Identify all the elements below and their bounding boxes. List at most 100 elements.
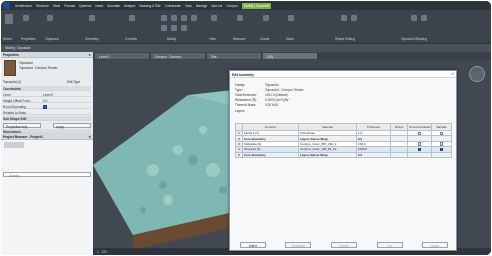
room-bounding-checkbox[interactable] bbox=[43, 105, 47, 109]
col-header: Structural Material bbox=[407, 123, 432, 131]
instance-selector[interactable]: Toposolid (1) bbox=[3, 80, 21, 84]
tab-modify-toposolid[interactable]: Modify | Toposolid bbox=[241, 2, 272, 9]
mirror-icon[interactable] bbox=[191, 15, 197, 21]
variable-cell bbox=[431, 151, 452, 158]
measure-icon[interactable] bbox=[237, 15, 243, 21]
view-tab[interactable]: Cenrpro - Sources bbox=[151, 53, 205, 59]
table-row[interactable]: 5 Core Boundary Layers Below Wrap 0.0 bbox=[235, 151, 452, 158]
toposolid-shaping-icon[interactable] bbox=[411, 15, 417, 21]
up-button[interactable]: Up bbox=[376, 242, 403, 248]
insert-button[interactable]: Insert bbox=[239, 242, 266, 248]
meta-label: Type: bbox=[235, 88, 243, 92]
browser-header: Project Browser - Project1 ✕ bbox=[1, 134, 93, 140]
duplicate-button[interactable]: Duplicate bbox=[285, 242, 312, 248]
group-clipboard: Clipboard bbox=[45, 37, 59, 41]
shape-editing-icon[interactable] bbox=[341, 15, 347, 21]
geometry-icon[interactable] bbox=[89, 15, 95, 21]
meta-row: Resistance (R): 0.0000 (m²·K)/W bbox=[235, 98, 289, 102]
layers-table: Function Material Thickness Wraps Struct… bbox=[235, 123, 452, 158]
tab-systems[interactable]: Systems bbox=[79, 4, 91, 8]
meta-row: Thermal Mass: 0.00 kJ/K bbox=[235, 103, 278, 107]
tab-structure[interactable]: Structure bbox=[36, 4, 49, 8]
view-tab[interactable]: Level 0 bbox=[95, 53, 149, 59]
group-select: Select bbox=[3, 37, 12, 41]
group-mode: Mode bbox=[286, 37, 294, 41]
table-header-row: Function Material Thickness Wraps Struct… bbox=[235, 123, 452, 131]
controls-icon[interactable] bbox=[129, 15, 135, 21]
tab-steel[interactable]: Steel bbox=[53, 4, 60, 8]
edit-assembly-dialog: Edit Assembly ✕ Family: Toposolid Type: To… bbox=[229, 70, 457, 251]
col-header: Variable bbox=[431, 123, 452, 131]
prop-value[interactable]: Level 0 bbox=[43, 93, 53, 97]
down-button[interactable]: Down bbox=[422, 242, 449, 248]
meta-value: 0.0000 (m²·K)/W bbox=[265, 98, 289, 102]
view-tab[interactable]: Site bbox=[207, 53, 261, 59]
tab-insert[interactable]: Insert bbox=[95, 4, 103, 8]
group-properties: Properties bbox=[21, 37, 36, 41]
properties-header: Properties ✕ bbox=[1, 52, 93, 58]
browser-title: Project Browser - Project1 bbox=[3, 135, 43, 140]
trim-icon[interactable] bbox=[181, 25, 187, 31]
add-point-icon[interactable] bbox=[351, 15, 357, 21]
viewcube-icon[interactable] bbox=[469, 66, 485, 82]
group-create: Create bbox=[260, 37, 270, 41]
subdivide-icon[interactable] bbox=[421, 15, 427, 21]
col-header: Thickness bbox=[356, 123, 391, 131]
tab-manage[interactable]: Manage bbox=[196, 4, 208, 8]
close-icon[interactable]: ✕ bbox=[88, 53, 91, 57]
edit-type-button[interactable]: Edit Type bbox=[67, 80, 80, 84]
tab-view[interactable]: View bbox=[185, 4, 192, 8]
prop-label: Room Bounding bbox=[3, 104, 26, 109]
ribbon-panel: Select Properties Clipboard Geometry Con… bbox=[1, 10, 491, 44]
copy-icon[interactable] bbox=[171, 15, 177, 21]
view-scale[interactable]: 1 : 100 bbox=[97, 250, 107, 254]
meta-value: 0.00 kJ/K bbox=[265, 103, 279, 107]
structural-cell bbox=[407, 151, 432, 158]
tab-collaborate[interactable]: Collaborate bbox=[165, 4, 181, 8]
apply-button[interactable]: Apply bbox=[53, 123, 91, 129]
tab-architecture[interactable]: Architecture bbox=[15, 4, 32, 8]
prop-label: Dimensions bbox=[3, 129, 22, 134]
tab-add-ins[interactable]: Add-Ins bbox=[211, 4, 222, 8]
view-icon[interactable] bbox=[211, 15, 217, 21]
properties-help-link[interactable]: Properties help bbox=[3, 123, 41, 129]
tab-massing-site[interactable]: Massing & Site bbox=[139, 4, 160, 8]
tab-cenrpro[interactable]: Cenrpro bbox=[226, 4, 238, 8]
layer-thickness: 0.0 bbox=[356, 151, 391, 158]
rotate-icon[interactable] bbox=[181, 15, 187, 21]
prop-row[interactable]: Level Level 0 bbox=[3, 92, 91, 97]
meta-label: Thermal Mass: bbox=[235, 103, 257, 107]
prop-row[interactable]: Room Bounding bbox=[3, 104, 91, 109]
group-toposolid-shaping: Toposolid Shaping bbox=[401, 37, 428, 41]
modify-tool-icon[interactable] bbox=[5, 14, 13, 24]
type-name[interactable]: Toposolid - Cenrpro Terrain bbox=[19, 66, 57, 70]
scale-icon[interactable] bbox=[171, 25, 177, 31]
group-view: View bbox=[209, 37, 216, 41]
prop-row[interactable]: Related to Mass bbox=[3, 110, 91, 115]
prop-row[interactable]: Height Offset From... 0.0 bbox=[3, 98, 91, 103]
mode-icon[interactable] bbox=[288, 15, 294, 21]
tab-annotate[interactable]: Annotate bbox=[107, 4, 120, 8]
prop-label: Height Offset From... bbox=[3, 98, 33, 103]
create-icon[interactable] bbox=[263, 15, 269, 21]
properties-icon[interactable] bbox=[23, 15, 29, 21]
row-number[interactable]: 5 bbox=[235, 151, 243, 158]
ribbon-tab-bar: Architecture Structure Steel Precast Sys… bbox=[1, 1, 491, 10]
view-tab-active[interactable]: {3D} bbox=[263, 53, 317, 59]
array-icon[interactable] bbox=[161, 25, 167, 31]
close-icon[interactable]: ✕ bbox=[451, 72, 454, 76]
browser-search-input[interactable]: Search bbox=[3, 172, 91, 178]
close-icon[interactable]: ✕ bbox=[88, 135, 91, 139]
layer-function: Core Boundary bbox=[242, 151, 299, 158]
browser-toolbar[interactable] bbox=[4, 142, 24, 148]
move-icon[interactable] bbox=[161, 15, 167, 21]
paste-icon[interactable] bbox=[47, 15, 53, 21]
prop-value[interactable]: 0.0 bbox=[43, 99, 47, 103]
prop-row: Sub Shape Edit bbox=[3, 116, 91, 121]
tab-analyze[interactable]: Analyze bbox=[124, 4, 135, 8]
tab-precast[interactable]: Precast bbox=[64, 4, 75, 8]
app-menu-icon[interactable] bbox=[3, 2, 10, 9]
prop-label: Level bbox=[3, 92, 11, 97]
meta-label: Family: bbox=[235, 83, 246, 87]
delete-button[interactable]: Delete bbox=[330, 242, 357, 248]
